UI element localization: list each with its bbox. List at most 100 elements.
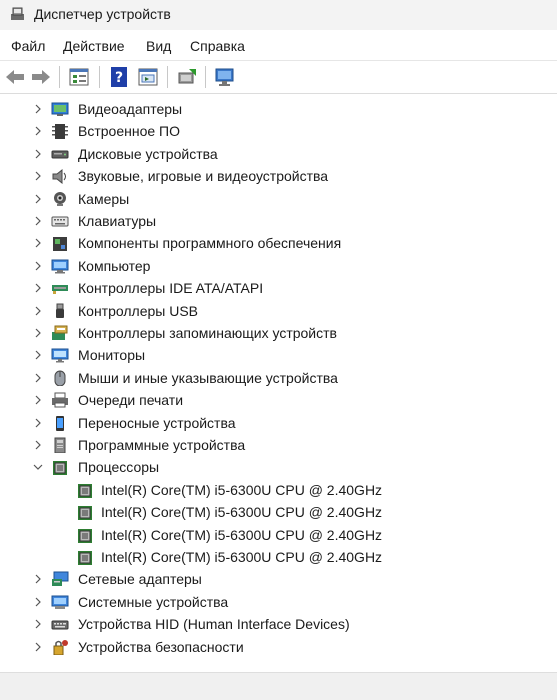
chevron-right-icon[interactable] bbox=[33, 103, 43, 115]
chevron-right-icon[interactable] bbox=[33, 394, 43, 406]
chevron-right-icon[interactable] bbox=[33, 618, 43, 630]
chevron-right-icon[interactable] bbox=[33, 439, 43, 451]
menu-action[interactable]: Действие bbox=[63, 38, 125, 54]
back-icon[interactable] bbox=[4, 67, 26, 87]
speaker-icon bbox=[52, 169, 66, 185]
chevron-right-icon[interactable] bbox=[33, 573, 43, 585]
chevron-right-icon[interactable] bbox=[33, 417, 43, 429]
properties-icon[interactable] bbox=[68, 67, 90, 87]
tree-device[interactable]: Intel(R) Core(TM) i5-6300U CPU @ 2.40GHz bbox=[0, 524, 557, 546]
tree-category[interactable]: Мыши и иные указывающие устройства bbox=[0, 367, 557, 389]
tree-category[interactable]: Устройства HID (Human Interface Devices) bbox=[0, 613, 557, 635]
computer-icon bbox=[51, 259, 69, 274]
window-title: Диспетчер устройств bbox=[34, 6, 171, 22]
tree-category[interactable]: Клавиатуры bbox=[0, 210, 557, 232]
tree-category-label: Клавиатуры bbox=[78, 213, 157, 229]
chevron-right-icon[interactable] bbox=[33, 641, 43, 653]
chevron-right-icon[interactable] bbox=[33, 327, 43, 339]
tree-device[interactable]: Intel(R) Core(TM) i5-6300U CPU @ 2.40GHz bbox=[0, 479, 557, 501]
chevron-right-icon[interactable] bbox=[33, 215, 43, 227]
chevron-right-icon[interactable] bbox=[33, 305, 43, 317]
help-icon[interactable]: ? bbox=[108, 67, 130, 87]
tree-category[interactable]: Компоненты программного обеспечения bbox=[0, 232, 557, 254]
chevron-right-icon[interactable] bbox=[33, 282, 43, 294]
monitor-icon bbox=[51, 348, 69, 363]
chevron-right-icon[interactable] bbox=[33, 260, 43, 272]
hid-icon bbox=[51, 620, 69, 630]
tree-category-label: Устройства HID (Human Interface Devices) bbox=[78, 616, 350, 633]
tree-category-label: Процессоры bbox=[78, 459, 160, 476]
tree-category-label: Компоненты программного обеспечения bbox=[78, 235, 342, 252]
tree-category[interactable]: Дисковые устройства bbox=[0, 143, 557, 165]
update-driver-icon[interactable] bbox=[176, 67, 198, 87]
firmware-icon bbox=[52, 124, 68, 140]
tree-category-label: Программные устройства bbox=[78, 437, 246, 453]
chevron-right-icon[interactable] bbox=[33, 349, 43, 361]
tree-category-label: Контроллеры IDE ATA/ATAPI bbox=[78, 280, 264, 297]
title-bar: Диспетчер устройств bbox=[0, 0, 557, 30]
usb-icon bbox=[56, 303, 64, 318]
show-hide-icon[interactable] bbox=[137, 67, 159, 87]
tree-category-label: Мониторы bbox=[78, 347, 146, 364]
menu-view[interactable]: Вид bbox=[146, 38, 171, 54]
tree-device-label: Intel(R) Core(TM) i5-6300U CPU @ 2.40GHz bbox=[101, 481, 383, 498]
tree-category-label: Устройства безопасности bbox=[78, 638, 244, 655]
processor-icon bbox=[78, 506, 92, 521]
tree-category[interactable]: Мониторы bbox=[0, 344, 557, 366]
chevron-right-icon[interactable] bbox=[33, 237, 43, 249]
tree-device-label: Intel(R) Core(TM) i5-6300U CPU @ 2.40GHz bbox=[101, 504, 383, 521]
chevron-down-icon[interactable] bbox=[33, 461, 43, 473]
tree-category[interactable]: Процессоры bbox=[0, 456, 557, 478]
chevron-right-icon[interactable] bbox=[33, 148, 43, 160]
tree-category-label: Сетевые адаптеры bbox=[78, 571, 202, 588]
tree-category[interactable]: Встроенное ПО bbox=[0, 120, 557, 142]
menu-help[interactable]: Справка bbox=[190, 38, 245, 54]
portable-device-icon bbox=[56, 415, 64, 431]
forward-icon[interactable] bbox=[30, 67, 52, 87]
toolbar-separator bbox=[99, 66, 100, 88]
tree-category-label: Очереди печати bbox=[78, 392, 184, 409]
toolbar-separator bbox=[59, 66, 60, 88]
svg-text:?: ? bbox=[115, 70, 123, 86]
tree-category-label: Звуковые, игровые и видеоустройства bbox=[78, 168, 329, 185]
tree-category[interactable]: Переносные устройства bbox=[0, 412, 557, 434]
tree-category[interactable]: Компьютер bbox=[0, 255, 557, 277]
tree-category[interactable]: Контроллеры запоминающих устройств bbox=[0, 322, 557, 344]
tree-category[interactable]: Сетевые адаптеры bbox=[0, 568, 557, 590]
processor-icon bbox=[78, 483, 92, 498]
tree-category[interactable]: Камеры bbox=[0, 188, 557, 210]
chevron-right-icon[interactable] bbox=[33, 596, 43, 608]
chevron-right-icon[interactable] bbox=[33, 170, 43, 182]
software-device-icon bbox=[54, 437, 66, 453]
processor-icon bbox=[78, 551, 92, 565]
tree-category[interactable]: Системные устройства bbox=[0, 591, 557, 613]
tree-category[interactable]: Видеоадаптеры bbox=[0, 98, 557, 120]
processor-icon bbox=[78, 528, 92, 543]
tree-category[interactable]: Контроллеры USB bbox=[0, 300, 557, 322]
tree-category-label: Переносные устройства bbox=[78, 414, 236, 431]
tree-category-label: Контроллеры запоминающих устройств bbox=[78, 325, 337, 341]
tree-category[interactable]: Очереди печати bbox=[0, 389, 557, 411]
display-adapter-icon bbox=[51, 102, 69, 116]
tree-device-label: Intel(R) Core(TM) i5-6300U CPU @ 2.40GHz bbox=[101, 526, 383, 543]
chevron-right-icon[interactable] bbox=[33, 372, 43, 384]
chevron-right-icon[interactable] bbox=[33, 125, 43, 137]
printer-icon bbox=[52, 392, 68, 408]
chevron-right-icon[interactable] bbox=[33, 193, 43, 205]
security-device-icon bbox=[53, 639, 68, 655]
tree-category[interactable]: Программные устройства bbox=[0, 434, 557, 456]
toolbar-separator bbox=[167, 66, 168, 88]
tree-category[interactable]: Устройства безопасности bbox=[0, 636, 557, 658]
tree-device[interactable]: Intel(R) Core(TM) i5-6300U CPU @ 2.40GHz bbox=[0, 501, 557, 523]
tree-category-label: Видеоадаптеры bbox=[78, 101, 183, 117]
tree-device[interactable]: Intel(R) Core(TM) i5-6300U CPU @ 2.40GHz bbox=[0, 546, 557, 568]
status-bar bbox=[0, 672, 557, 700]
tree-category[interactable]: Звуковые, игровые и видеоустройства bbox=[0, 165, 557, 187]
tree-device-label: Intel(R) Core(TM) i5-6300U CPU @ 2.40GHz bbox=[101, 549, 383, 565]
menu-file[interactable]: Файл bbox=[11, 38, 45, 54]
tree-category-label: Контроллеры USB bbox=[78, 302, 198, 319]
toolbar-separator bbox=[205, 66, 206, 88]
scan-hardware-icon[interactable] bbox=[214, 67, 236, 87]
tree-category[interactable]: Контроллеры IDE ATA/ATAPI bbox=[0, 277, 557, 299]
tree-category-label: Системные устройства bbox=[78, 593, 229, 610]
